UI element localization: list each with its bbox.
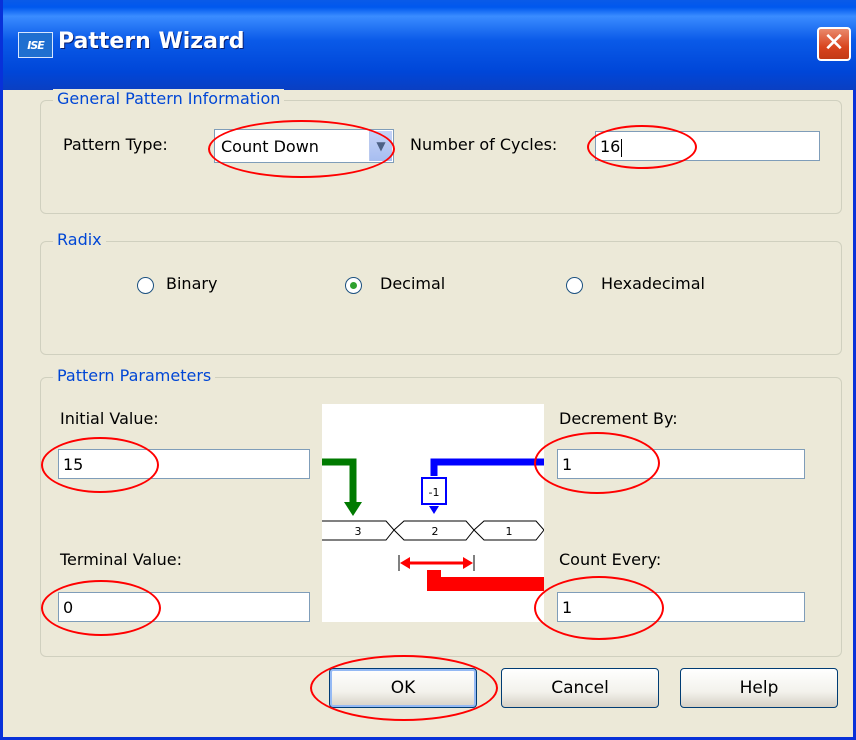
red-count-every-connector-icon bbox=[427, 570, 544, 591]
cancel-button[interactable]: Cancel bbox=[501, 668, 659, 708]
red-arrowhead-left-icon bbox=[400, 557, 410, 569]
chevron-down-icon[interactable]: ▼ bbox=[369, 131, 392, 161]
radix-group: Radix bbox=[40, 230, 842, 355]
pattern-type-value: Count Down bbox=[221, 137, 319, 156]
radio-binary-label[interactable]: Binary bbox=[166, 274, 217, 293]
pattern-type-select[interactable]: Count Down ▼ bbox=[214, 129, 394, 163]
blue-arrowhead-icon bbox=[429, 506, 439, 514]
timing-cell-1-label: 1 bbox=[506, 525, 513, 538]
decrement-by-input[interactable]: 1 bbox=[557, 449, 805, 479]
pattern-type-label: Pattern Type: bbox=[63, 135, 168, 154]
text-cursor bbox=[621, 138, 623, 157]
radio-binary[interactable] bbox=[137, 277, 154, 294]
number-of-cycles-value: 16 bbox=[600, 137, 621, 156]
decrement-by-label: Decrement By: bbox=[559, 409, 678, 428]
count-every-input[interactable]: 1 bbox=[557, 592, 805, 622]
count-diagram-svg: -1 3 2 1 bbox=[322, 458, 545, 591]
radio-hexadecimal-label[interactable]: Hexadecimal bbox=[601, 274, 705, 293]
red-arrowhead-right-icon bbox=[463, 557, 473, 569]
initial-value-label: Initial Value: bbox=[60, 409, 159, 428]
pattern-wizard-dialog: ISE Pattern Wizard ✕ General Pattern Inf… bbox=[0, 0, 856, 740]
initial-value-text: 15 bbox=[63, 455, 84, 474]
pattern-diagram: -1 3 2 1 bbox=[322, 404, 545, 622]
count-every-label: Count Every: bbox=[559, 550, 662, 569]
pattern-parameters-legend: Pattern Parameters bbox=[53, 366, 216, 385]
count-every-text: 1 bbox=[562, 598, 573, 617]
terminal-value-text: 0 bbox=[63, 598, 74, 617]
decrement-box-text: -1 bbox=[429, 486, 440, 499]
ok-button[interactable]: OK bbox=[329, 668, 477, 708]
green-arrowhead-icon bbox=[344, 502, 362, 516]
initial-value-input[interactable]: 15 bbox=[58, 449, 310, 479]
green-initial-arrow-icon bbox=[322, 458, 357, 504]
window-title: Pattern Wizard bbox=[58, 29, 245, 54]
terminal-value-input[interactable]: 0 bbox=[58, 592, 310, 622]
radix-legend: Radix bbox=[53, 230, 106, 249]
terminal-value-label: Terminal Value: bbox=[60, 550, 183, 569]
close-button[interactable]: ✕ bbox=[817, 27, 851, 61]
blue-decrement-arrow-icon bbox=[430, 458, 544, 476]
decrement-by-text: 1 bbox=[562, 455, 573, 474]
timing-cell-2-label: 2 bbox=[432, 525, 439, 538]
ise-app-icon: ISE bbox=[18, 32, 53, 58]
help-button[interactable]: Help bbox=[680, 668, 838, 708]
number-of-cycles-label: Number of Cycles: bbox=[410, 135, 558, 154]
timing-cell-3-label: 3 bbox=[355, 525, 362, 538]
radio-decimal[interactable] bbox=[345, 277, 362, 294]
title-bar[interactable]: ISE Pattern Wizard ✕ bbox=[3, 0, 856, 90]
radio-hexadecimal[interactable] bbox=[566, 277, 583, 294]
general-pattern-legend: General Pattern Information bbox=[53, 89, 285, 108]
radio-decimal-label[interactable]: Decimal bbox=[380, 274, 445, 293]
number-of-cycles-input[interactable]: 16 bbox=[595, 131, 820, 161]
